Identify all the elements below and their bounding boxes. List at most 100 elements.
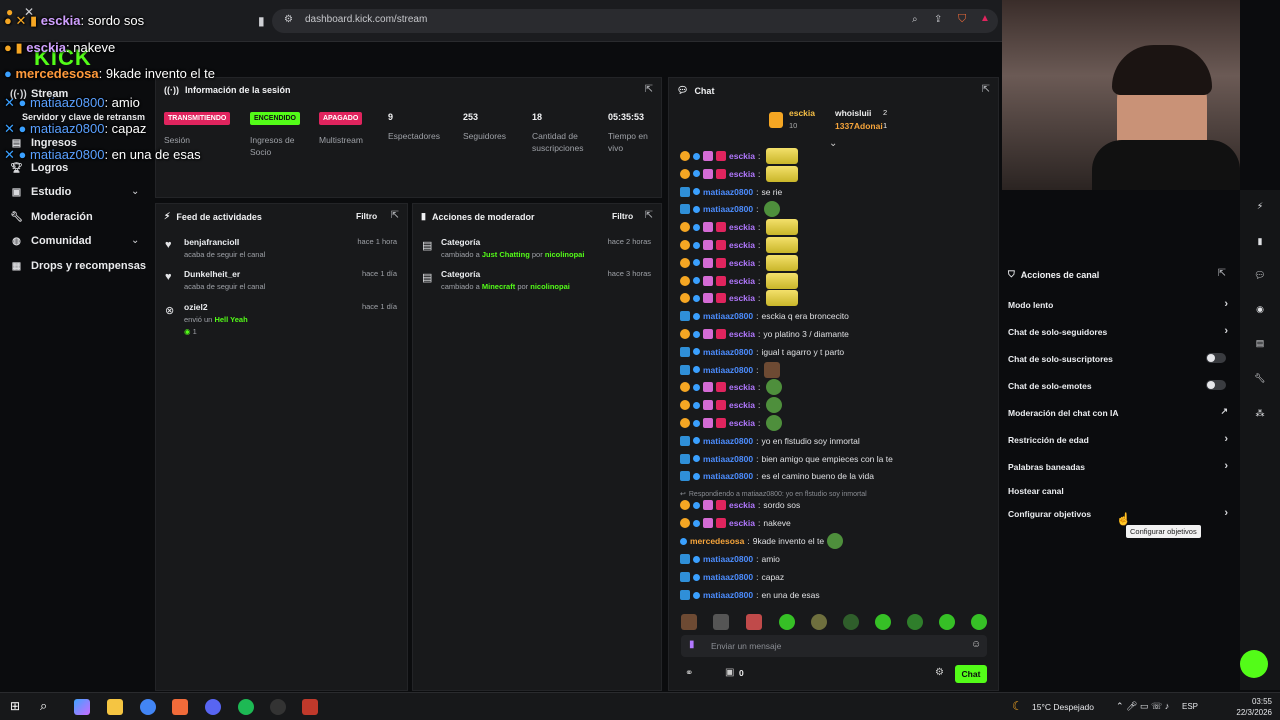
site-info-icon[interactable]: ⚙ [284,14,293,25]
file-explorer-icon[interactable] [107,699,123,715]
emote-button[interactable] [875,614,891,630]
chrome-icon[interactable] [140,699,156,715]
chat-emote[interactable] [766,397,783,414]
chat-username[interactable]: esckia [729,329,755,339]
chat-emote[interactable] [764,201,781,218]
channel-action-item[interactable]: Restricción de edad › [1008,433,1232,445]
channel-action-item[interactable]: Chat de solo-seguidores › [1008,325,1232,337]
leader-user[interactable]: 1337Adonai [835,121,883,131]
mod-icon[interactable]: ▮ [1252,233,1268,249]
channel-action-item[interactable]: Hostear canal [1008,486,1232,496]
search-icon[interactable]: ⌕ [40,698,47,714]
sidebar-item-comunidad[interactable]: ◍ Comunidad [10,235,91,247]
chat-username[interactable]: matiaaz0800 [703,365,753,375]
rewards-icon[interactable]: ▲ [980,13,990,24]
chat-username[interactable]: esckia [729,276,755,286]
sidebar-item-moderacion[interactable]: 🔧︎ Moderación [10,211,93,223]
sidebar-item-logros[interactable]: 🏆︎ Logros [10,162,68,174]
feed-user[interactable]: oziel2 [184,302,208,312]
filter-button[interactable]: Filtro [612,211,633,221]
add-widget-icon[interactable]: ⁂ [1252,405,1268,421]
leader-user[interactable]: esckia [789,108,815,118]
zoom-icon[interactable]: ⌕ [912,14,918,25]
feed-user[interactable]: benjafranciolI [184,237,239,247]
settings-gear-icon[interactable]: ⚙ [935,667,944,678]
windows-start-icon[interactable]: ⊞ [10,699,20,713]
expand-icon[interactable]: ⇱ [1218,268,1226,279]
chat-username[interactable]: esckia [729,382,755,392]
chevron-down-icon[interactable]: ⌄ [829,138,837,149]
chat-username[interactable]: matiaaz0800 [703,436,753,446]
chat-username[interactable]: matiaaz0800 [703,204,753,214]
chevron-down-icon[interactable]: ⌄ [131,235,139,246]
obs-icon[interactable] [270,699,286,715]
chat-username[interactable]: esckia [729,418,755,428]
mic-icon[interactable]: ▮ [689,639,695,650]
chat-input[interactable]: ▮ Enviar un mensaje ☺ [681,635,987,657]
chevron-down-icon[interactable]: ⌄ [131,186,139,197]
chat-username[interactable]: matiaaz0800 [703,590,753,600]
url-bar[interactable]: ⚙ dashboard.kick.com/stream ⌕ ⇪ ⛉ ▲ [272,9,998,33]
chat-username[interactable]: mercedesosa [690,536,744,546]
filter-button[interactable]: Filtro [356,211,377,221]
chat-emote[interactable] [766,237,799,253]
channel-action-item[interactable]: Chat de solo-emotes [1008,380,1232,391]
chat-username[interactable]: esckia [729,258,755,268]
chat-username[interactable]: esckia [729,222,755,232]
chat-emote[interactable] [827,533,844,549]
emote-button[interactable] [746,614,762,630]
chat-emote[interactable] [766,379,783,396]
brave-shield-icon[interactable]: ⛉ [958,13,966,26]
expand-icon[interactable]: ⇱ [645,84,653,95]
emote-button[interactable] [713,614,729,630]
chat-username[interactable]: esckia [729,151,755,161]
toggle-switch[interactable] [1206,380,1226,390]
chat-emote[interactable] [766,219,799,236]
chat-username[interactable]: esckia [729,240,755,250]
spotify-icon[interactable] [238,699,254,715]
points-icon[interactable]: ⚭ [685,668,693,679]
chat-username[interactable]: esckia [729,169,755,179]
chat-emote[interactable] [766,148,799,164]
emote-button[interactable] [843,614,859,630]
session-icon[interactable]: ▤ [1252,335,1268,351]
emote-button[interactable] [779,614,795,630]
emote-button[interactable] [971,614,987,630]
emote-button[interactable] [681,614,697,630]
gift-icon[interactable]: ▣ [725,667,734,678]
bookmark-icon[interactable]: ▮ [258,14,265,28]
chat-username[interactable]: matiaaz0800 [703,311,753,321]
chat-emote[interactable] [766,165,799,182]
expand-icon[interactable]: ⇱ [982,84,990,95]
chat-username[interactable]: matiaaz0800 [703,347,753,357]
chat-emote[interactable] [766,290,799,307]
feed-user[interactable]: Dunkelheit_er [184,269,240,279]
app-icon[interactable] [302,699,318,715]
emote-button[interactable] [811,614,827,630]
channel-action-item[interactable]: Moderación del chat con IA ↗ [1008,406,1232,418]
lightning-icon[interactable]: ⚡︎ [1252,198,1268,214]
chat-username[interactable]: matiaaz0800 [703,572,753,582]
toggle-switch[interactable] [1206,353,1226,363]
chat-send-button[interactable]: Chat [955,665,987,683]
chat-emote[interactable] [766,415,783,431]
chat-username[interactable]: matiaaz0800 [703,471,753,481]
channel-action-item[interactable]: Palabras baneadas › [1008,460,1232,472]
channel-action-item[interactable]: Modo lento › [1008,298,1232,310]
channel-action-item[interactable]: Chat de solo-suscriptores [1008,353,1232,364]
chat-icon[interactable]: 💬︎ [1252,267,1268,283]
chat-username[interactable]: esckia [729,500,755,510]
discord-icon[interactable] [205,699,221,715]
chat-username[interactable]: esckia [729,293,755,303]
share-icon[interactable]: ⇪ [934,14,942,25]
emote-button[interactable] [939,614,955,630]
emoji-icon[interactable]: ☺ [971,639,981,650]
chat-emote[interactable] [766,272,799,289]
emote-button[interactable] [907,614,923,630]
chat-username[interactable]: matiaaz0800 [703,454,753,464]
brave-icon[interactable] [172,699,188,715]
chat-username[interactable]: matiaaz0800 [703,554,753,564]
tray-icons[interactable]: ⌃ 🎤︎ ▭ ☏ ♪ [1116,701,1169,712]
sidebar-item-estudio[interactable]: ▣ Estudio [10,186,72,198]
chat-emote[interactable] [766,254,799,271]
